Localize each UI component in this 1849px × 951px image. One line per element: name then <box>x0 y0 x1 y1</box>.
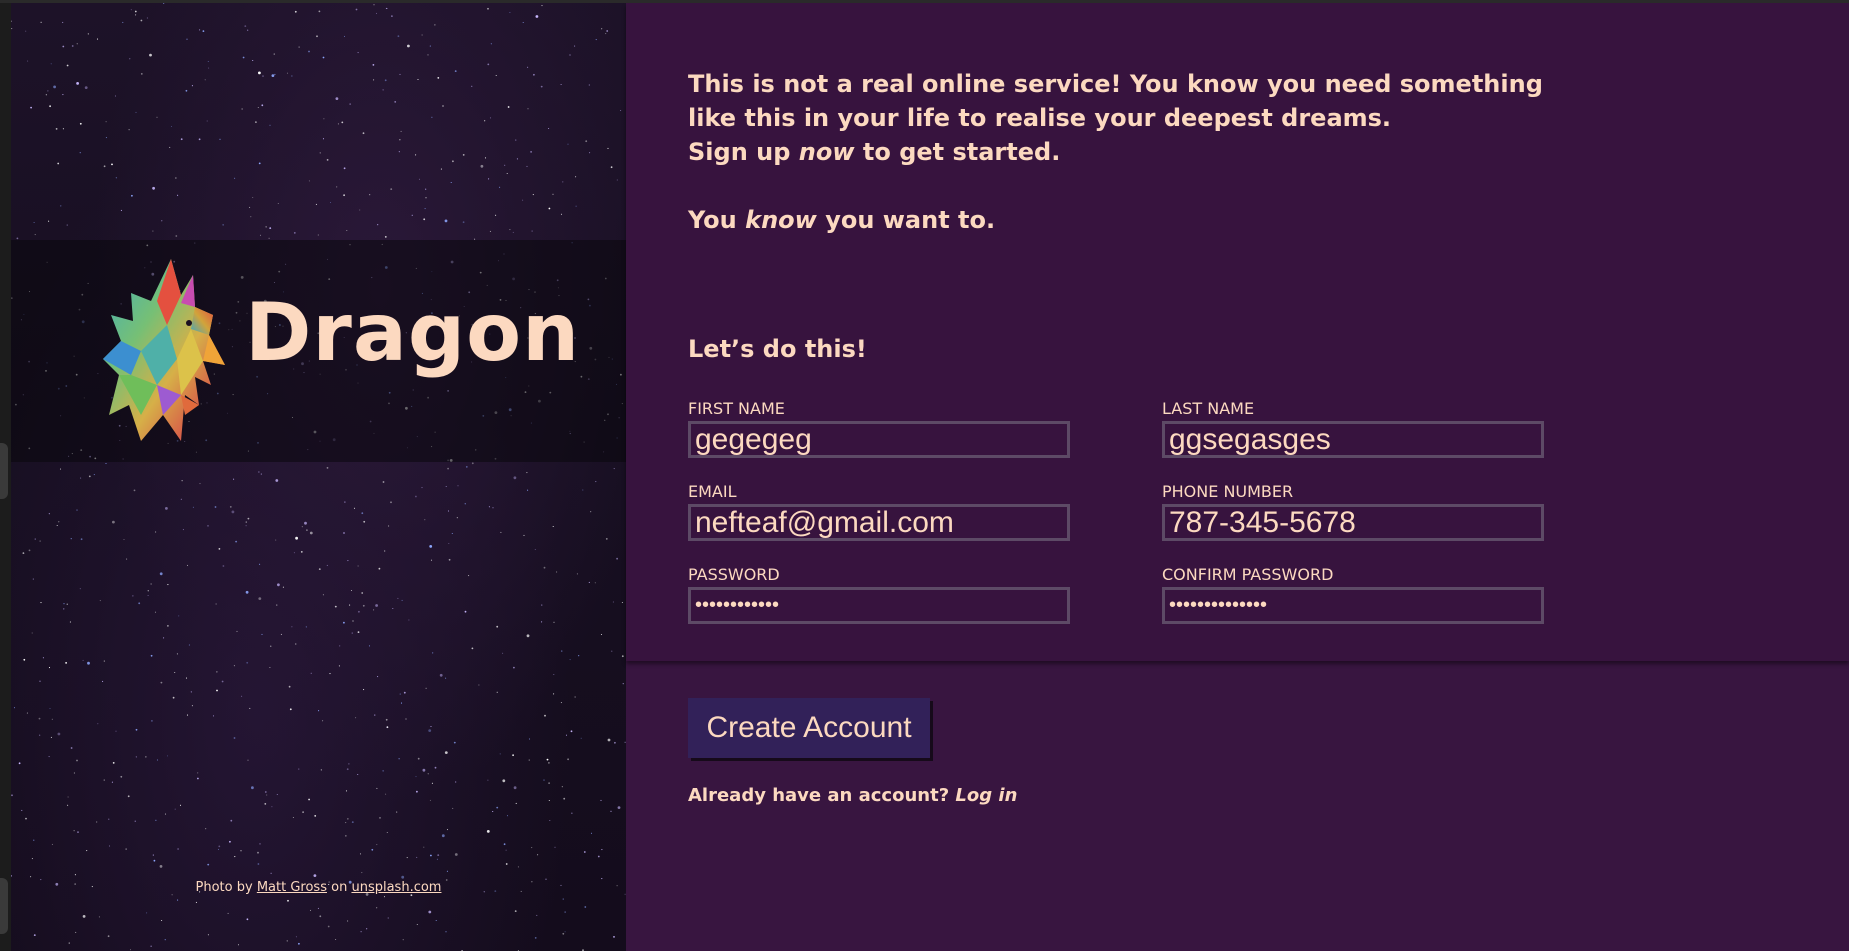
brand-name: Dragon <box>245 286 581 379</box>
credit-middle: on <box>331 880 348 895</box>
create-account-button[interactable]: Create Account <box>688 698 930 758</box>
confirm-password-group: CONFIRM PASSWORD <box>1162 566 1544 624</box>
edge-handle[interactable] <box>0 443 8 499</box>
intro-text: This is not a real online service! You k… <box>688 67 1543 237</box>
login-prompt-text: Already have an account? <box>688 785 950 806</box>
first-name-group: FIRST NAME <box>688 400 1070 458</box>
edge-handle[interactable] <box>0 878 8 934</box>
intro-line-4-start: You <box>688 206 737 234</box>
intro-line-4-emphasis: know <box>745 206 817 234</box>
confirm-password-label: CONFIRM PASSWORD <box>1162 565 1334 584</box>
first-name-input[interactable] <box>688 421 1070 458</box>
window-top-border <box>0 0 1849 3</box>
credit-prefix: Photo by <box>195 880 253 895</box>
intro-line-3-end: to get started. <box>862 138 1061 166</box>
email-label: EMAIL <box>688 482 737 501</box>
signup-page: Dragon Photo by Matt Gross on unsplash.c… <box>0 0 1849 951</box>
intro-line-4-end: you want to. <box>825 206 996 234</box>
dragon-logo-icon <box>103 259 225 441</box>
email-input[interactable] <box>688 504 1070 541</box>
intro-line-4: You know you want to. <box>688 203 1543 237</box>
starfield-background <box>11 3 626 951</box>
window-left-edge <box>0 0 11 951</box>
phone-group: PHONE NUMBER <box>1162 483 1544 541</box>
credit-author-link[interactable]: Matt Gross <box>257 880 327 895</box>
password-group: PASSWORD <box>688 566 1070 624</box>
hero-image: Dragon Photo by Matt Gross on unsplash.c… <box>11 3 626 951</box>
form-heading: Let’s do this! <box>688 335 867 363</box>
signup-panel: This is not a real online service! You k… <box>626 3 1849 951</box>
intro-line-3-emphasis: now <box>798 138 855 166</box>
last-name-label: LAST NAME <box>1162 399 1255 418</box>
form-card: This is not a real online service! You k… <box>626 3 1849 661</box>
password-label: PASSWORD <box>688 565 780 584</box>
phone-label: PHONE NUMBER <box>1162 482 1294 501</box>
first-name-label: FIRST NAME <box>688 399 785 418</box>
login-link[interactable]: Log in <box>955 785 1017 806</box>
intro-line-3: Sign up now to get started. <box>688 135 1543 169</box>
email-group: EMAIL <box>688 483 1070 541</box>
confirm-password-input[interactable] <box>1162 587 1544 624</box>
photo-credit: Photo by Matt Gross on unsplash.com <box>11 880 626 895</box>
credit-site-link[interactable]: unsplash.com <box>351 880 441 895</box>
last-name-input[interactable] <box>1162 421 1544 458</box>
login-prompt: Already have an account? Log in <box>688 785 1017 806</box>
phone-input[interactable] <box>1162 504 1544 541</box>
password-input[interactable] <box>688 587 1070 624</box>
intro-line-3-start: Sign up <box>688 138 791 166</box>
last-name-group: LAST NAME <box>1162 400 1544 458</box>
intro-line-1: This is not a real online service! You k… <box>688 70 1543 98</box>
intro-line-2: like this in your life to realise your d… <box>688 104 1392 132</box>
